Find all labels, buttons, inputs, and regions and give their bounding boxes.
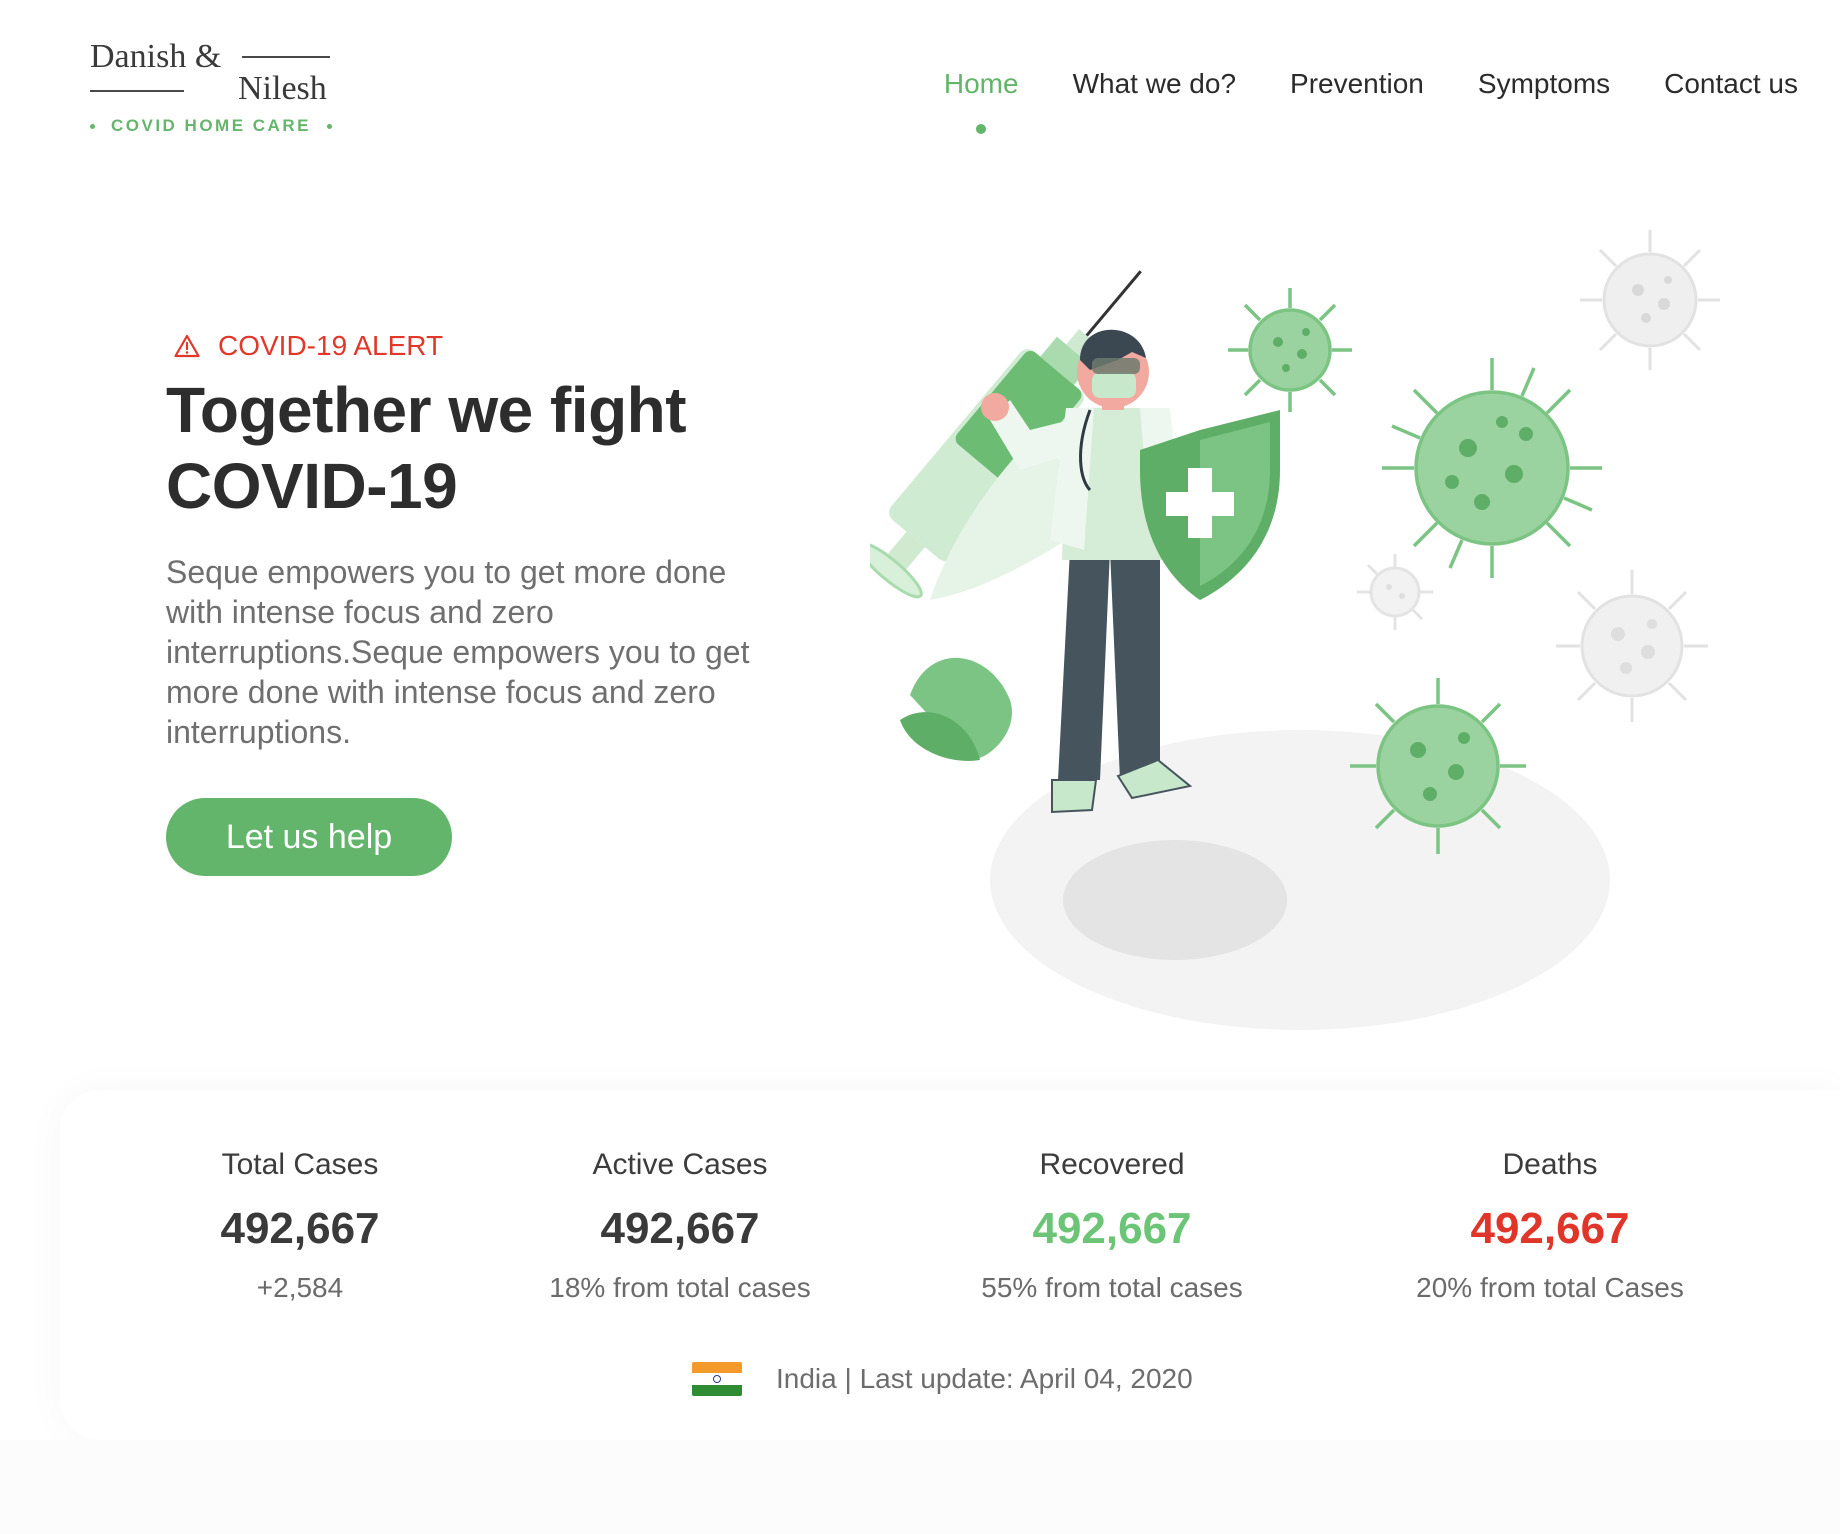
- separator: |: [844, 1363, 852, 1394]
- nav-item-label: What we do?: [1072, 68, 1237, 99]
- stat-label: Active Cases: [592, 1148, 768, 1181]
- figure-shadow: [1063, 840, 1287, 960]
- nav-item-contact-us[interactable]: Contact us: [1664, 68, 1798, 100]
- stat-sub: 20% from total Cases: [1416, 1272, 1684, 1303]
- stat-sub: 55% from total cases: [981, 1272, 1243, 1303]
- stat-label: Total Cases: [221, 1148, 379, 1181]
- stat-value: 492,667: [1032, 1204, 1192, 1253]
- brand-name-line1: Danish &: [90, 38, 222, 75]
- last-update-text: Last update: April 04, 2020: [859, 1363, 1193, 1394]
- covid-alert: COVID-19 ALERT: [174, 330, 443, 362]
- nav-item-prevention[interactable]: Prevention: [1290, 68, 1424, 100]
- nav-item-symptoms[interactable]: Symptoms: [1478, 68, 1610, 100]
- hero-title: Together we fight COVID-19: [166, 372, 866, 524]
- stat-deaths: Deaths 492,667 20% from total Cases: [1360, 1148, 1740, 1304]
- brand-name-line2: Nilesh: [238, 70, 327, 107]
- dot-icon: [90, 123, 95, 129]
- main-nav: Home What we do? Prevention Symptoms Con…: [943, 68, 1798, 134]
- brand-subtitle-row: COVID HOME CARE: [90, 116, 340, 136]
- stat-label: Deaths: [1502, 1148, 1598, 1181]
- active-indicator-dot: [976, 124, 987, 134]
- nav-item-label: Prevention: [1290, 68, 1424, 99]
- nav-item-label: Home: [943, 68, 1019, 99]
- dot-icon: [326, 123, 332, 129]
- brand-logo[interactable]: Danish & Nilesh COVID HOME CARE: [90, 38, 340, 138]
- stat-value: 492,667: [1470, 1204, 1630, 1253]
- nav-item-label: Symptoms: [1477, 68, 1611, 99]
- let-us-help-button[interactable]: Let us help: [166, 798, 452, 876]
- stat-active-cases: Active Cases 492,667 18% from total case…: [490, 1148, 870, 1304]
- nav-item-what-we-do[interactable]: What we do?: [1073, 68, 1236, 100]
- bottom-strip: [0, 1440, 1840, 1534]
- logo-rule: [90, 90, 184, 92]
- brand-subtitle: COVID HOME CARE: [111, 116, 311, 135]
- stat-label: Recovered: [1039, 1148, 1185, 1181]
- nav-item-label: Contact us: [1664, 68, 1798, 99]
- update-text-group: India | Last update: April 04, 2020: [776, 1363, 1193, 1395]
- india-flag-icon: [692, 1362, 742, 1396]
- stat-sub: 18% from total cases: [549, 1272, 811, 1303]
- logo-rule: [242, 56, 330, 58]
- nav-item-home[interactable]: Home: [943, 68, 1019, 134]
- stat-value: 492,667: [220, 1204, 380, 1253]
- last-update-row: India | Last update: April 04, 2020: [692, 1362, 1193, 1396]
- hero-title-line1: Together we fight: [166, 374, 687, 446]
- stat-sub: +2,584: [256, 1272, 344, 1303]
- alert-text: COVID-19 ALERT: [218, 330, 444, 361]
- country-label: India: [776, 1363, 837, 1394]
- stat-value: 492,667: [600, 1204, 760, 1253]
- hero-title-line2: COVID-19: [166, 450, 458, 522]
- plant-icon: [900, 657, 1012, 761]
- doctor-fighting-virus-illustration: [870, 230, 1720, 1030]
- stat-total-cases: Total Cases 492,667 +2,584: [110, 1148, 490, 1304]
- stat-recovered: Recovered 492,667 55% from total cases: [922, 1148, 1302, 1304]
- hero-description: Seque empowers you to get more done with…: [166, 554, 750, 750]
- warning-triangle-icon: [174, 334, 200, 358]
